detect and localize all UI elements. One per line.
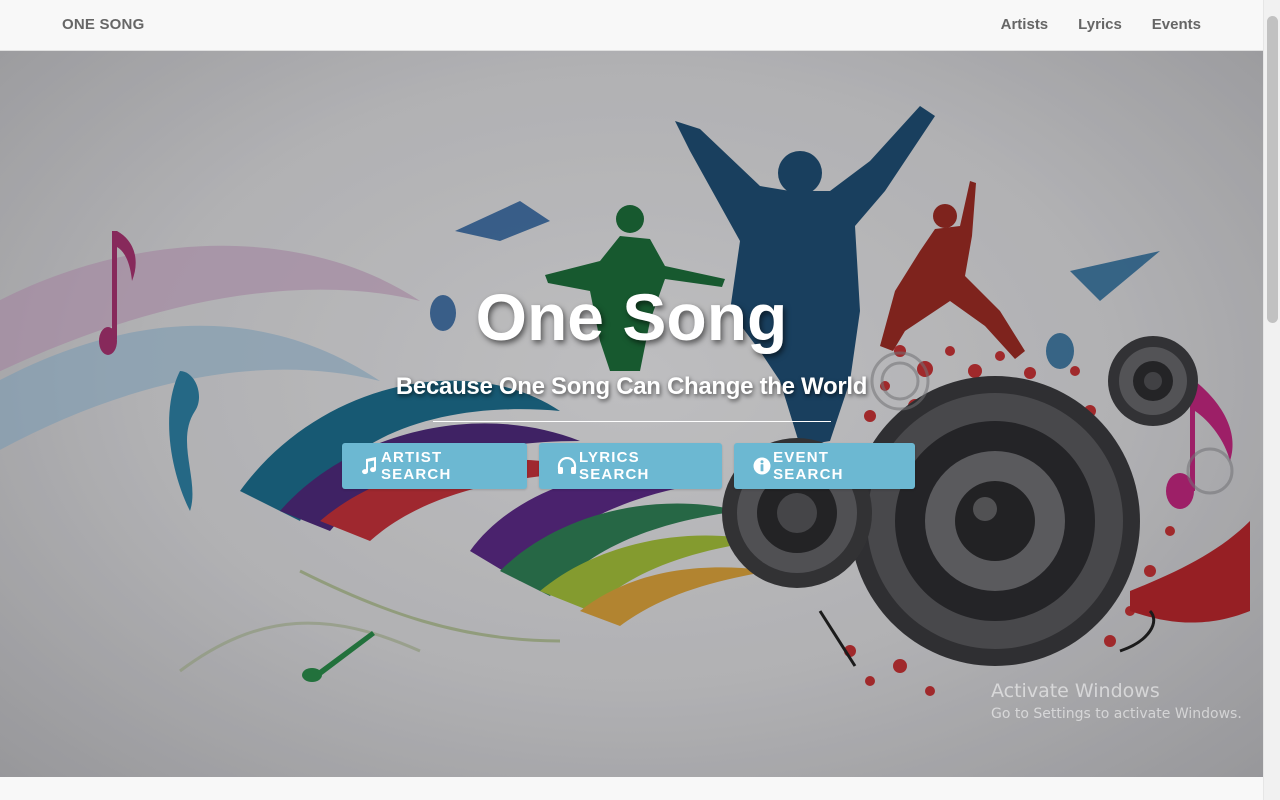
lyrics-search-label: LYRICS SEARCH [579,449,650,483]
nav-link-artists[interactable]: Artists [1001,16,1049,33]
artist-search-label: ARTIST SEARCH [380,449,452,483]
navbar: ONE SONG Artists Lyrics Events [0,0,1263,51]
nav-links: Artists Lyrics Events [1001,16,1201,33]
activate-windows-watermark: Activate Windows Go to Settings to activ… [991,680,1242,722]
scrollbar-thumb[interactable] [1267,16,1278,323]
info-icon [752,456,771,476]
page-scrollbar[interactable] [1263,0,1280,800]
watermark-title: Activate Windows [991,680,1160,702]
nav-link-lyrics[interactable]: Lyrics [1078,16,1122,33]
lyrics-search-button[interactable]: LYRICS SEARCH [539,443,722,489]
event-search-label: EVENT SEARCH [773,449,844,483]
nav-link-events[interactable]: Events [1152,16,1201,33]
artist-search-button[interactable]: ARTIST SEARCH [342,443,527,489]
music-note-icon [360,456,379,476]
hero-title: One Song [475,280,788,354]
event-search-button[interactable]: EVENT SEARCH [734,443,915,489]
watermark-subtitle: Go to Settings to activate Windows. [991,706,1242,722]
hero-subtitle: Because One Song Can Change the World [395,373,868,400]
headphones-icon [557,456,577,476]
hero-overlay [0,51,1263,777]
hero-divider [433,421,831,422]
hero-button-row: ARTIST SEARCH LYRICS SEARCH EVENT SEARCH [342,443,915,489]
hero-section: One Song Because One Song Can Change the… [0,51,1263,777]
brand-link[interactable]: ONE SONG [62,16,144,33]
